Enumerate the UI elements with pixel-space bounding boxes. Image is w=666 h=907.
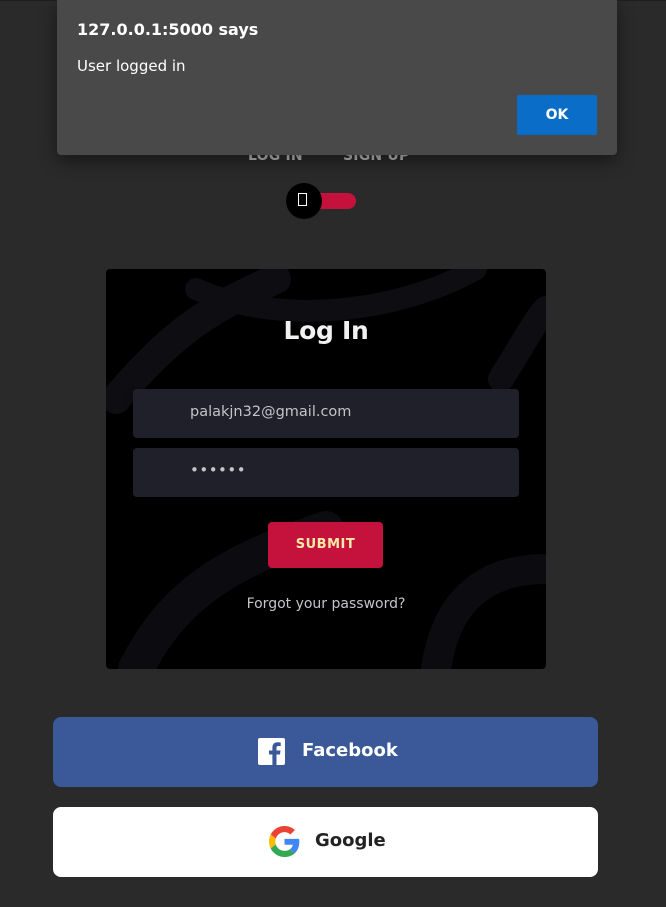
login-card: Log In palakjn32@gmail.com •••••• SUBMIT… — [106, 269, 546, 669]
facebook-login-button[interactable]: Facebook — [53, 717, 598, 787]
alert-message: User logged in — [77, 57, 186, 75]
auth-toggle-knob[interactable] — [286, 183, 322, 219]
alert-ok-button[interactable]: OK — [517, 95, 597, 135]
facebook-label: Facebook — [302, 740, 398, 761]
alert-origin: 127.0.0.1:5000 says — [77, 20, 259, 39]
password-value: •••••• — [190, 461, 247, 479]
alert-dialog: 127.0.0.1:5000 says User logged in OK — [57, 0, 617, 155]
submit-button[interactable]: SUBMIT — [268, 522, 383, 568]
login-title: Log In — [283, 316, 369, 345]
google-label: Google — [315, 830, 386, 851]
email-value: palakjn32@gmail.com — [190, 404, 352, 420]
password-field[interactable]: •••••• — [133, 448, 519, 497]
rectangle-icon — [298, 193, 307, 206]
facebook-icon — [258, 738, 285, 765]
email-field[interactable]: palakjn32@gmail.com — [133, 389, 519, 438]
google-icon — [269, 826, 300, 857]
google-login-button[interactable]: Google — [53, 807, 598, 877]
forgot-password-link[interactable]: Forgot your password? — [106, 596, 546, 612]
